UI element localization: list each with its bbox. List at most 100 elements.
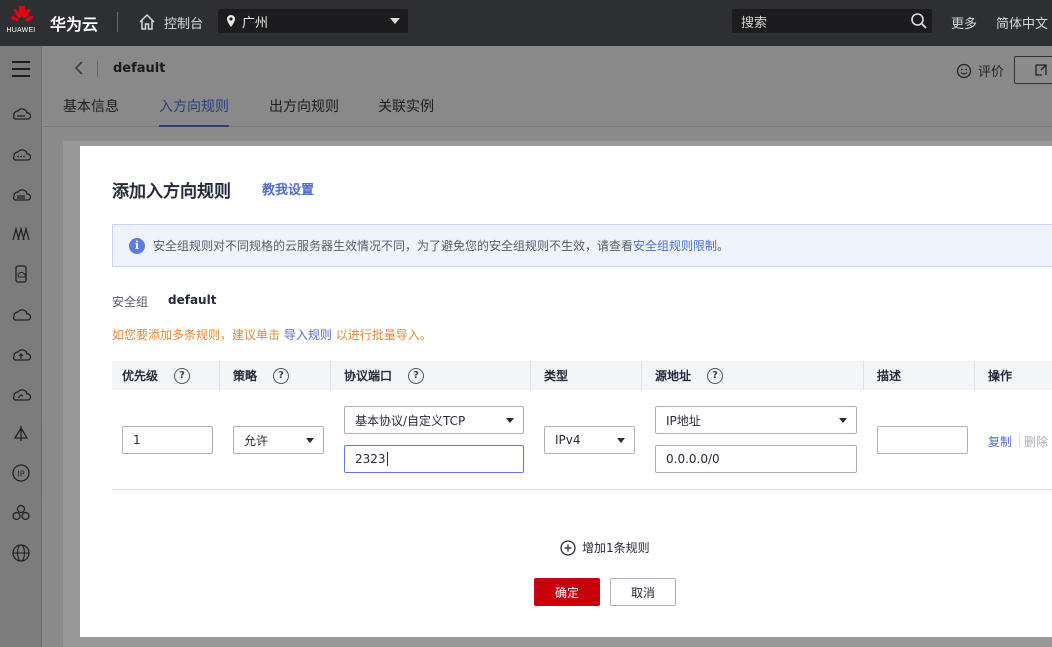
ip-type-select[interactable]: IPv4 <box>544 426 635 454</box>
import-rules-link[interactable]: 导入规则 <box>284 328 332 342</box>
smiley-icon <box>956 63 972 78</box>
search-icon[interactable] <box>910 12 928 30</box>
tab-associated-instances[interactable]: 关联实例 <box>378 96 434 127</box>
divider <box>863 361 864 390</box>
column-label: 优先级 <box>122 369 159 383</box>
tip-suffix: 以进行批量导入。 <box>335 328 432 342</box>
sail-icon[interactable] <box>10 423 32 445</box>
svg-text:IP: IP <box>17 470 24 479</box>
priority-input[interactable]: 1 <box>122 426 213 454</box>
tab-basic-info[interactable]: 基本信息 <box>63 96 119 127</box>
chevron-down-icon <box>839 418 847 423</box>
cloud-icon[interactable] <box>10 303 32 325</box>
region-selector[interactable]: 广州 <box>218 9 408 33</box>
column-label: 操作 <box>988 369 1013 383</box>
tab-inbound-rules[interactable]: 入方向规则 <box>159 96 229 127</box>
add-rule-label: 增加1条规则 <box>582 541 650 555</box>
column-label: 策略 <box>233 369 258 383</box>
cluster-icon[interactable] <box>10 502 32 524</box>
brand-name[interactable]: 华为云 <box>50 11 98 35</box>
column-header-description: 描述 <box>877 361 901 390</box>
divider <box>97 61 98 77</box>
column-header-source: 源地址? <box>655 361 724 390</box>
source-type-value: IP地址 <box>666 413 701 428</box>
cloud-service-icon[interactable] <box>10 143 32 165</box>
rule-limit-link[interactable]: 安全组规则限制 <box>633 237 717 254</box>
help-link[interactable]: 教我设置 <box>262 179 314 198</box>
console-link[interactable]: 控制台 <box>138 12 203 32</box>
divider <box>219 361 220 390</box>
logo-text: HUAWEI <box>6 27 36 34</box>
divider <box>112 489 1052 490</box>
column-label: 源地址 <box>655 369 692 383</box>
source-address-input[interactable]: 0.0.0.0/0 <box>655 445 857 473</box>
cloud-upload-icon[interactable] <box>10 343 32 365</box>
add-rule-button[interactable]: 增加1条规则 <box>560 539 650 556</box>
ip-type-value: IPv4 <box>555 433 581 447</box>
column-header-priority: 优先级? <box>122 361 191 390</box>
description-input[interactable] <box>877 426 968 454</box>
divider <box>641 361 642 390</box>
location-pin-icon <box>227 15 235 27</box>
page-title: default <box>113 61 166 76</box>
add-inbound-rule-dialog: 添加入方向规则 教我设置 i 安全组规则对不同规格的云服务器生效情况不同，为了避… <box>80 146 1052 637</box>
protocol-value: 基本协议/自定义TCP <box>355 413 466 428</box>
help-icon[interactable]: ? <box>174 367 191 384</box>
globe-icon[interactable] <box>10 542 32 564</box>
console-label: 控制台 <box>164 16 204 32</box>
home-icon <box>139 13 155 30</box>
rating-button[interactable]: 评价 <box>956 61 1004 80</box>
help-icon[interactable]: ? <box>707 367 724 384</box>
column-header-policy: 策略? <box>233 361 290 390</box>
copy-rule-link[interactable]: 复制 <box>988 433 1012 450</box>
rating-label: 评价 <box>978 65 1005 80</box>
huawei-logo-icon[interactable] <box>8 5 36 40</box>
chevron-down-icon <box>306 438 314 443</box>
chevron-down-icon <box>506 418 514 423</box>
protocol-select[interactable]: 基本协议/自定义TCP <box>344 406 524 434</box>
tab-bar: 基本信息 入方向规则 出方向规则 关联实例 <box>43 96 1052 127</box>
info-icon: i <box>129 237 145 254</box>
column-label: 描述 <box>877 369 902 383</box>
divider <box>974 361 975 390</box>
help-icon[interactable]: ? <box>273 367 290 384</box>
search-input[interactable]: 搜索 <box>732 9 932 33</box>
policy-value: 允许 <box>244 433 269 448</box>
divider <box>1019 434 1020 446</box>
column-label: 协议端口 <box>344 369 393 383</box>
dialog-title: 添加入方向规则 <box>112 182 231 202</box>
exit-button[interactable] <box>1014 56 1052 84</box>
search-placeholder: 搜索 <box>741 15 768 31</box>
tab-outbound-rules[interactable]: 出方向规则 <box>269 96 339 127</box>
text-cursor <box>386 452 388 466</box>
network-icon[interactable] <box>10 223 32 245</box>
region-label: 广州 <box>242 15 269 31</box>
cloud-storage-icon[interactable] <box>10 183 32 205</box>
chevron-down-icon <box>617 438 625 443</box>
cloud-server-icon[interactable] <box>10 103 32 125</box>
back-icon[interactable] <box>73 60 85 80</box>
column-header-protocol-port: 协议端口? <box>344 361 425 390</box>
more-menu[interactable]: 更多 <box>951 13 977 32</box>
cancel-button[interactable]: 取消 <box>610 578 676 606</box>
exit-icon <box>1035 64 1047 76</box>
security-group-label: 安全组 <box>112 295 149 309</box>
info-banner: i 安全组规则对不同规格的云服务器生效情况不同，为了避免您的安全组规则不生效，请… <box>112 224 1052 267</box>
plus-circle-icon <box>560 539 576 556</box>
batch-import-tip: 如您要添加多条规则，建议单击 导入规则 以进行批量导入。 <box>112 326 432 343</box>
delete-rule-link[interactable]: 删除 <box>1024 433 1048 450</box>
divider <box>330 361 331 390</box>
cloud-monitor-icon[interactable] <box>10 383 32 405</box>
language-selector[interactable]: 简体中文 <box>996 13 1048 32</box>
mobile-device-icon[interactable] <box>10 263 32 285</box>
confirm-button[interactable]: 确定 <box>534 578 600 606</box>
menu-icon[interactable] <box>10 58 32 80</box>
source-type-select[interactable]: IP地址 <box>655 406 857 434</box>
info-text: 安全组规则对不同规格的云服务器生效情况不同，为了避免您的安全组规则不生效，请查看 <box>153 239 634 253</box>
policy-select[interactable]: 允许 <box>233 426 324 454</box>
ip-icon[interactable]: IP <box>10 462 32 484</box>
help-icon[interactable]: ? <box>408 367 425 384</box>
column-header-actions: 操作 <box>988 361 1012 390</box>
port-input[interactable]: 2323 <box>344 445 524 473</box>
port-value: 2323 <box>355 452 386 466</box>
